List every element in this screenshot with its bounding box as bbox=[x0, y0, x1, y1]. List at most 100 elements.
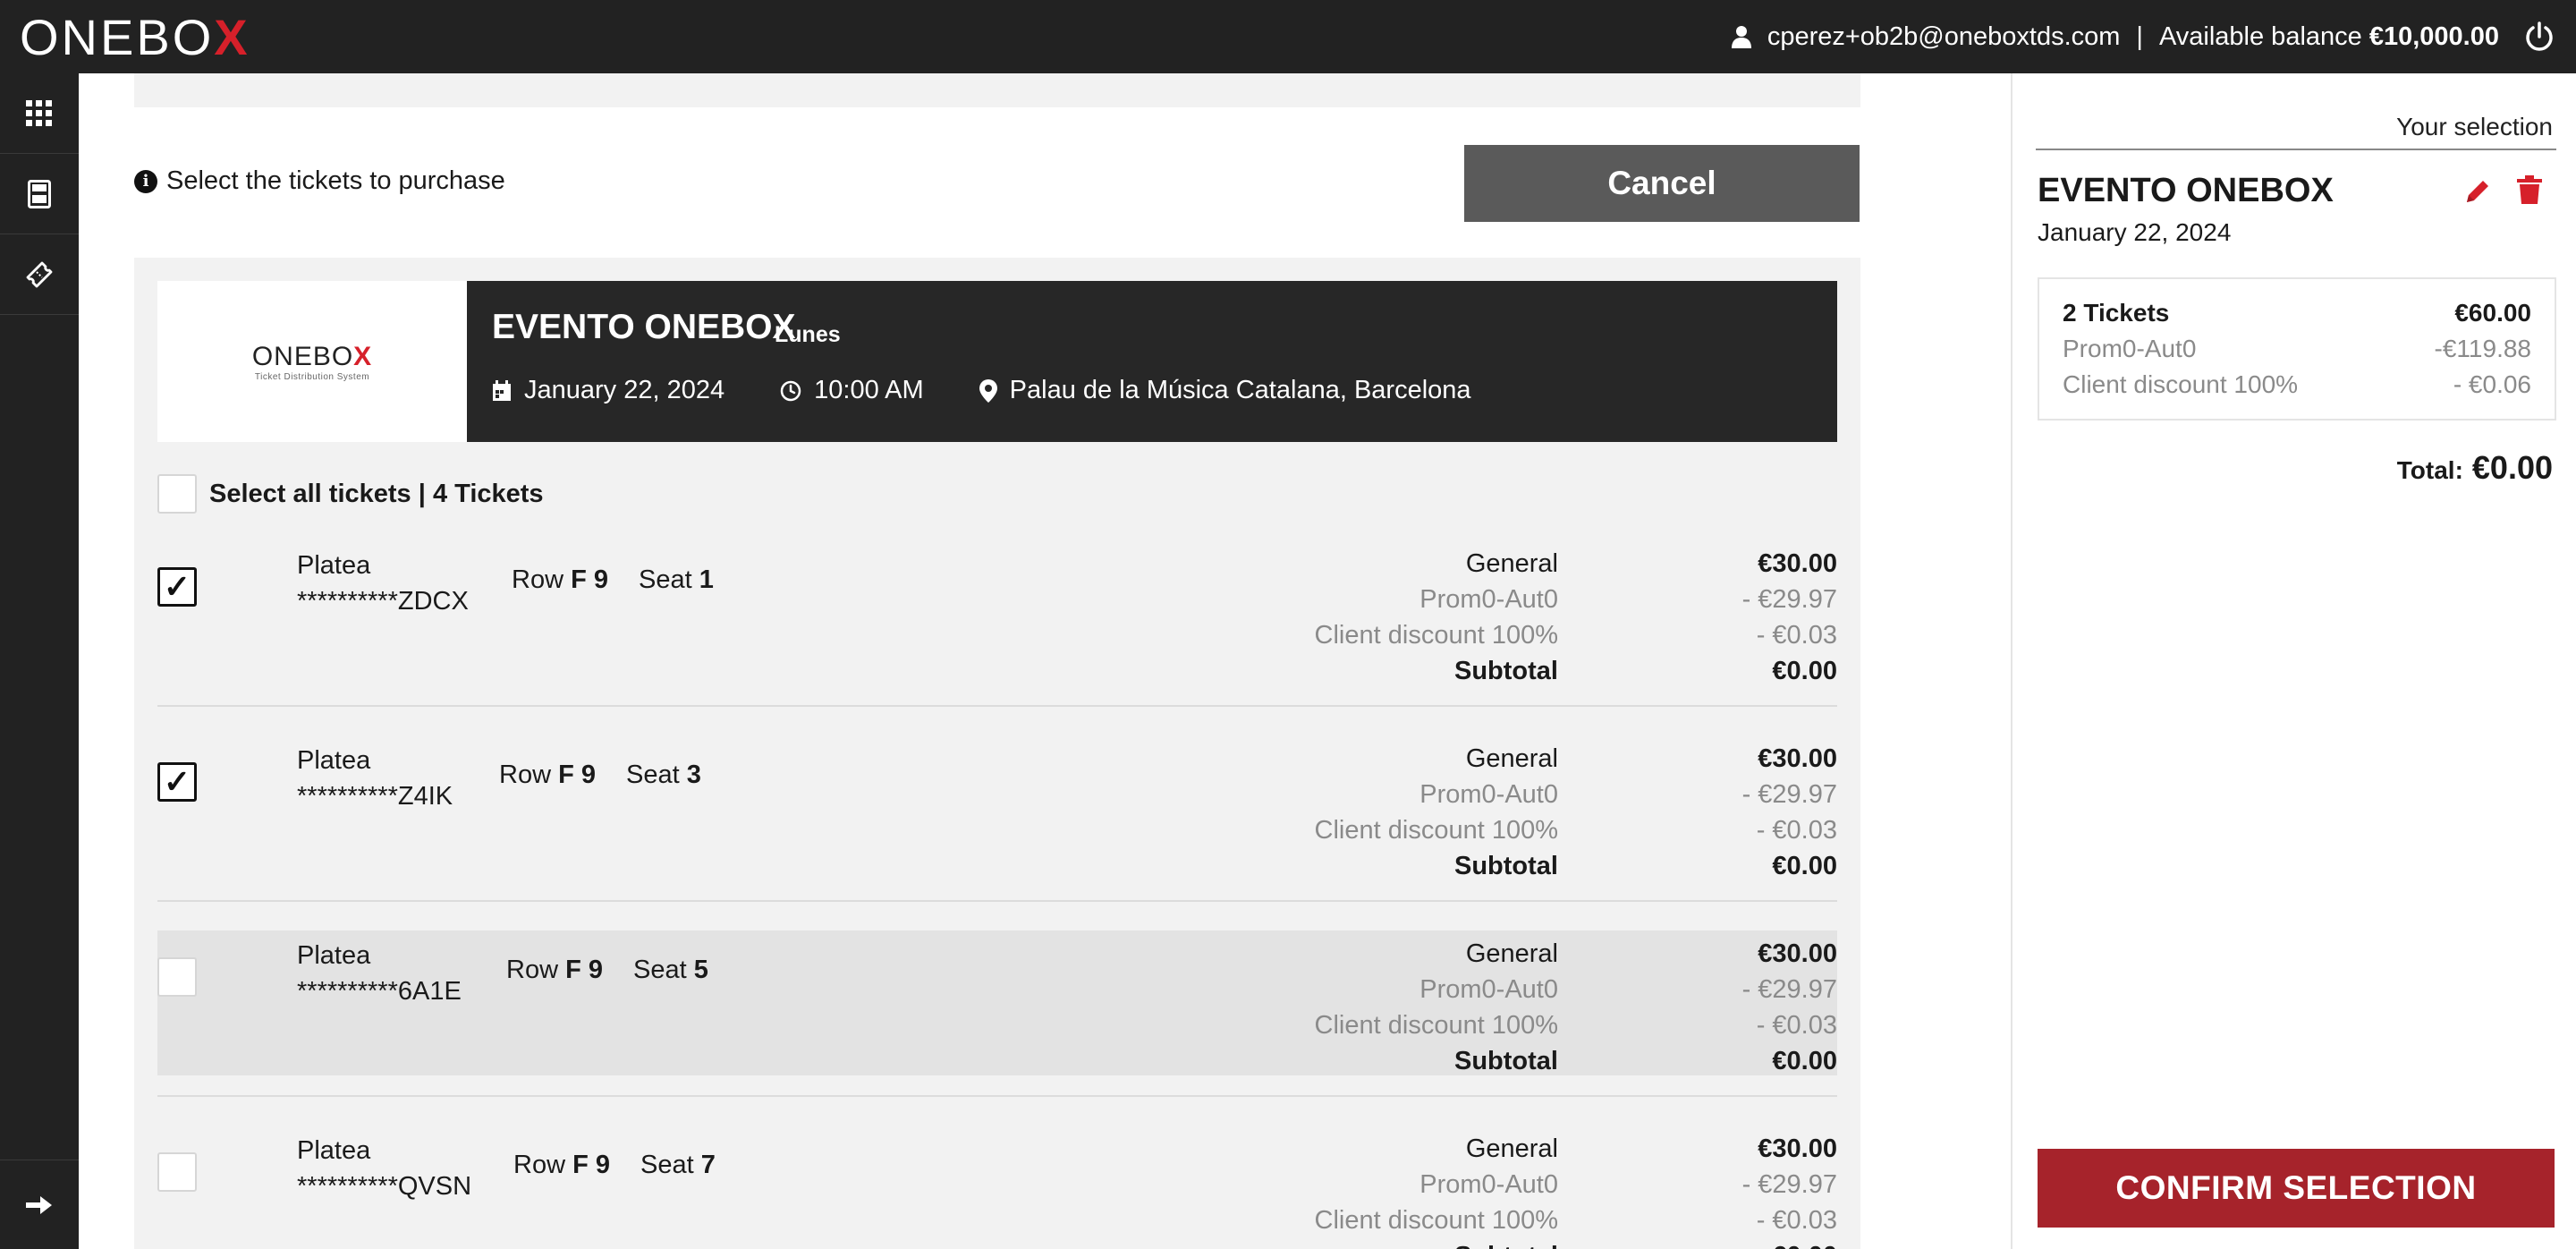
summary-promo-label: Prom0-Aut0 bbox=[2063, 335, 2197, 362]
seat-value: 5 bbox=[693, 956, 708, 984]
pencil-icon[interactable] bbox=[2463, 177, 2492, 206]
balance-value: €10,000.00 bbox=[2368, 21, 2499, 51]
top-strip bbox=[134, 73, 1860, 107]
balance-label: Available balance bbox=[2158, 21, 2362, 51]
ticket-seat-number: Seat 3 bbox=[626, 760, 701, 790]
promo-label: Prom0-Aut0 bbox=[1419, 975, 1558, 1004]
nav-tickets[interactable] bbox=[0, 234, 79, 315]
ticket-checkbox[interactable] bbox=[157, 1152, 197, 1192]
ticket-prices: General €30.00 Prom0-Aut0 - €29.97 Client … bbox=[1157, 1131, 1837, 1249]
ticket-divider bbox=[157, 900, 1837, 902]
event-logo-text: ONEBOX bbox=[252, 342, 372, 372]
seat-label: Seat bbox=[632, 956, 687, 984]
ticket-row: ✓ Platea **********ZDCX Row F 9 Seat 1 G… bbox=[157, 540, 1837, 685]
check-icon: ✓ bbox=[163, 763, 191, 800]
user-icon bbox=[1731, 26, 1751, 48]
price-label: General bbox=[1465, 1134, 1558, 1163]
ticket-row-number: Row F 9 bbox=[506, 956, 603, 985]
event-logo-tagline: Ticket Distribution System bbox=[254, 371, 370, 382]
instruction: i Select the tickets to purchase bbox=[134, 166, 505, 196]
event-venue-text: Palau de la Música Catalana, Barcelona bbox=[1009, 376, 1471, 404]
ticket-icon bbox=[26, 261, 53, 287]
arrow-right-icon bbox=[26, 1195, 52, 1214]
cancel-button[interactable]: Cancel bbox=[1464, 145, 1860, 222]
nav-expand[interactable] bbox=[0, 1160, 79, 1249]
row-value: F 9 bbox=[558, 760, 596, 789]
seat-value: 3 bbox=[686, 760, 701, 789]
ticket-seat-number: Seat 7 bbox=[640, 1151, 716, 1180]
your-selection-heading: Your selection bbox=[2396, 113, 2553, 140]
row-label: Row bbox=[506, 956, 559, 984]
event-logo-x: X bbox=[353, 341, 373, 371]
price-discount: Client discount 100% - €0.03 bbox=[1157, 1007, 1837, 1043]
summary-discount: Client discount 100% - €0.06 bbox=[2063, 367, 2531, 403]
confirm-selection-button[interactable]: CONFIRM SELECTION bbox=[2038, 1149, 2555, 1228]
subtotal-value: €0.00 bbox=[1772, 1047, 1837, 1075]
discount-label: Client discount 100% bbox=[1314, 621, 1558, 650]
instruction-text: Select the tickets to purchase bbox=[166, 166, 505, 195]
ticket-prices: General €30.00 Prom0-Aut0 - €29.97 Client … bbox=[1157, 741, 1837, 884]
discount-label: Client discount 100% bbox=[1314, 1011, 1558, 1040]
promo-value: - €29.97 bbox=[1741, 1170, 1837, 1199]
row-label: Row bbox=[512, 565, 564, 594]
trash-icon[interactable] bbox=[2517, 175, 2542, 204]
location-pin-icon bbox=[979, 378, 997, 403]
price-discount: Client discount 100% - €0.03 bbox=[1157, 812, 1837, 848]
price-subtotal: Subtotal €0.00 bbox=[1157, 653, 1837, 689]
price-label: General bbox=[1465, 549, 1558, 578]
subtotal-label: Subtotal bbox=[1157, 1238, 1558, 1249]
event-date-text: January 22, 2024 bbox=[524, 376, 725, 404]
promo-label: Prom0-Aut0 bbox=[1419, 780, 1558, 809]
discount-value: - €0.03 bbox=[1756, 1011, 1837, 1040]
balance: Available balance €10,000.00 bbox=[2159, 22, 2499, 52]
ticket-seat-number: Seat 5 bbox=[633, 956, 708, 985]
ticket-zone: Platea bbox=[297, 1136, 371, 1165]
select-all[interactable]: Select all tickets | 4 Tickets bbox=[157, 474, 544, 514]
event-meta: January 22, 2024 10:00 AM Palau de la Mú… bbox=[492, 376, 1527, 405]
selection-event-title: EVENTO ONEBOX bbox=[2038, 172, 2334, 209]
summary-discount-label: Client discount 100% bbox=[2063, 370, 2299, 398]
tickets-panel: ONEBOX Ticket Distribution System EVENTO… bbox=[134, 258, 1860, 1249]
ticket-code: **********QVSN bbox=[297, 1172, 472, 1201]
price-promo: Prom0-Aut0 - €29.97 bbox=[1157, 1167, 1837, 1202]
select-all-checkbox[interactable] bbox=[157, 474, 197, 514]
event-day: Lunes bbox=[775, 322, 841, 347]
seat-value: 7 bbox=[700, 1151, 716, 1179]
onebox-logo[interactable]: ONEBOX bbox=[20, 11, 250, 64]
price-promo: Prom0-Aut0 - €29.97 bbox=[1157, 777, 1837, 812]
discount-value: - €0.03 bbox=[1756, 1206, 1837, 1235]
ticket-row-seat: Row F 9 Seat 1 bbox=[512, 565, 714, 595]
ticket-row-number: Row F 9 bbox=[499, 760, 596, 790]
heading-divider bbox=[2036, 149, 2556, 150]
promo-label: Prom0-Aut0 bbox=[1419, 585, 1558, 614]
seat-label: Seat bbox=[640, 1151, 694, 1179]
nav-calculator[interactable] bbox=[0, 154, 79, 234]
ticket-row: Platea **********6A1E Row F 9 Seat 5 Gen… bbox=[157, 930, 1837, 1075]
ticket-checkbox[interactable]: ✓ bbox=[157, 762, 197, 802]
header-separator: | bbox=[2136, 21, 2143, 51]
event-time: 10:00 AM bbox=[780, 376, 924, 405]
user-email[interactable]: cperez+ob2b@oneboxtds.com bbox=[1767, 22, 2121, 52]
discount-value: - €0.03 bbox=[1756, 816, 1837, 845]
event-logo-main: ONEBO bbox=[251, 341, 354, 371]
select-all-text: Select all tickets | 4 Tickets bbox=[209, 480, 544, 509]
discount-label: Client discount 100% bbox=[1314, 816, 1558, 845]
ticket-row: ✓ Platea **********Z4IK Row F 9 Seat 3 G… bbox=[157, 735, 1837, 880]
seat-label: Seat bbox=[625, 760, 680, 789]
ticket-checkbox[interactable] bbox=[157, 957, 197, 997]
price-value: €30.00 bbox=[1758, 939, 1837, 968]
power-icon[interactable] bbox=[2522, 20, 2556, 54]
ticket-code: **********Z4IK bbox=[297, 782, 453, 811]
subtotal-label: Subtotal bbox=[1454, 1047, 1558, 1075]
summary-tickets-value: €60.00 bbox=[2454, 299, 2531, 327]
price-label: General bbox=[1465, 744, 1558, 773]
ticket-row: Platea **********QVSN Row F 9 Seat 7 Gen… bbox=[157, 1126, 1837, 1249]
nav-apps[interactable] bbox=[0, 73, 79, 154]
check-icon: ✓ bbox=[163, 568, 191, 605]
price-general: General €30.00 bbox=[1157, 546, 1837, 582]
ticket-code: **********6A1E bbox=[297, 977, 462, 1006]
ticket-checkbox[interactable]: ✓ bbox=[157, 567, 197, 607]
row-value: F 9 bbox=[572, 1151, 610, 1179]
apps-grid-icon bbox=[26, 99, 52, 126]
ticket-prices: General €30.00 Prom0-Aut0 - €29.97 Client … bbox=[1157, 546, 1837, 689]
